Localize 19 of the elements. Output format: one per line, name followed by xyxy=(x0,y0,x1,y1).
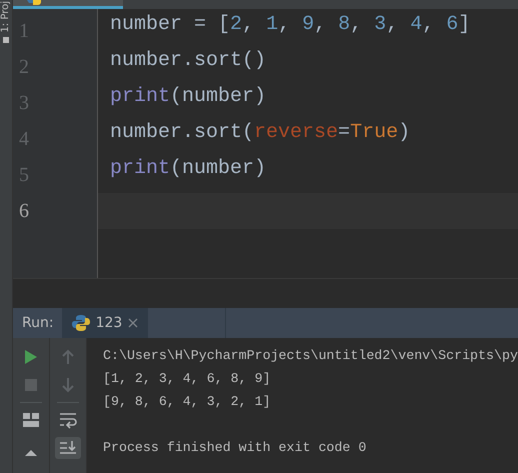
tool-window-tab[interactable]: 1: Proj xyxy=(0,1,12,33)
square-icon xyxy=(3,36,9,43)
code-line: print(number) xyxy=(110,157,266,180)
file-tab[interactable] xyxy=(13,0,123,9)
python-logo-icon xyxy=(27,0,41,5)
console-output-line: [1, 2, 3, 4, 6, 8, 9] xyxy=(103,370,272,388)
console-output-line: Process finished with exit code 0 xyxy=(103,439,368,457)
run-tab[interactable]: 123 xyxy=(62,308,148,338)
close-icon[interactable] xyxy=(128,318,138,328)
line-number: 6 xyxy=(18,199,30,224)
soft-wrap-icon[interactable] xyxy=(58,410,78,430)
console-output-line: [9, 8, 6, 4, 3, 2, 1] xyxy=(103,393,272,411)
console-output-line: C:\Users\H\PycharmProjects\untitled2\venv\Scripts\py xyxy=(103,347,518,365)
code-line: number.sort() xyxy=(110,49,266,72)
code-line: number.sort(reverse=True) xyxy=(110,121,410,144)
code-line: print(number) xyxy=(110,85,266,108)
python-logo-icon xyxy=(72,314,90,332)
code-line: number = [2, 1, 9, 8, 3, 4, 6] xyxy=(110,13,470,36)
layout-icon[interactable] xyxy=(21,410,41,430)
